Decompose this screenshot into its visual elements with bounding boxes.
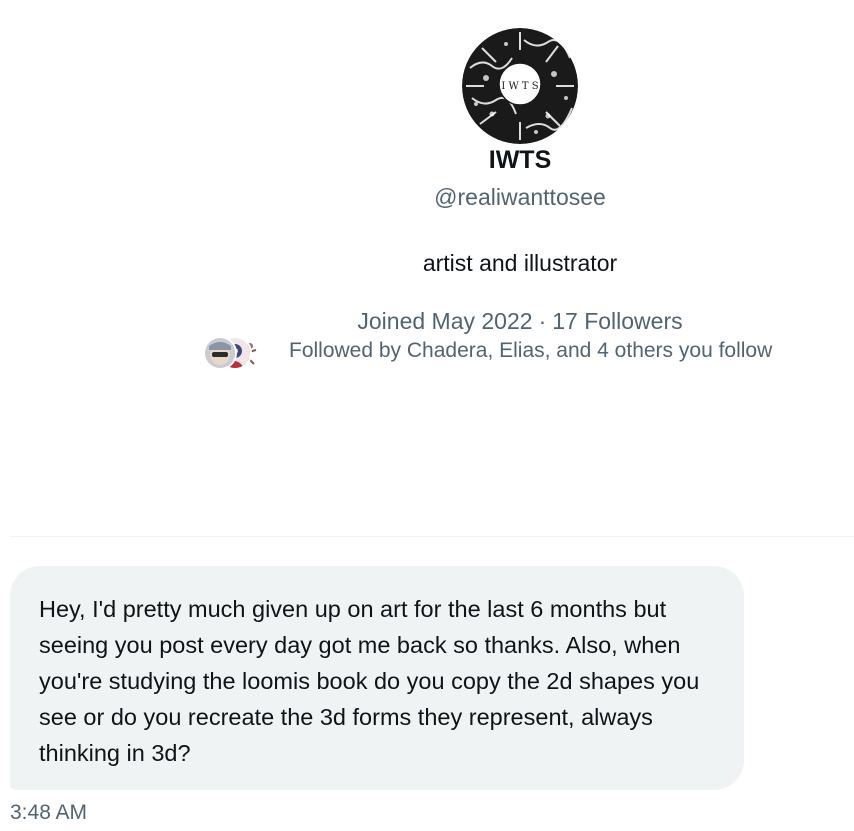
avatar-monogram: I W T S [501,81,538,92]
followers-count[interactable]: 17 Followers [552,308,682,334]
dm-conversation-view: I W T S IWTS @realiwanttosee artist and … [0,0,854,831]
profile-meta: Joined May 2022 · 17 Followers [0,308,854,335]
message-timestamp: 3:48 AM [10,801,88,824]
profile-handle[interactable]: @realiwanttosee [0,184,854,211]
followed-by-text: Followed by Chadera, Elias, and 4 others… [289,339,773,362]
meta-separator: · [538,308,547,334]
profile-display-name[interactable]: IWTS [0,146,854,175]
avatar-image: I W T S [462,28,578,144]
profile-bio: artist and illustrator [422,250,618,276]
mutual-follower-avatars [203,334,267,370]
joined-date: Joined May 2022 [357,308,533,334]
header-divider [10,536,854,537]
followed-by-link[interactable]: Followed by Chadera, Elias, and 4 others… [203,333,773,370]
message-bubble[interactable]: Hey, I'd pretty much given up on art for… [10,566,744,790]
message-text: Hey, I'd pretty much given up on art for… [39,596,700,766]
profile-avatar[interactable]: I W T S [462,28,578,144]
mutual-avatar-1 [203,336,237,370]
